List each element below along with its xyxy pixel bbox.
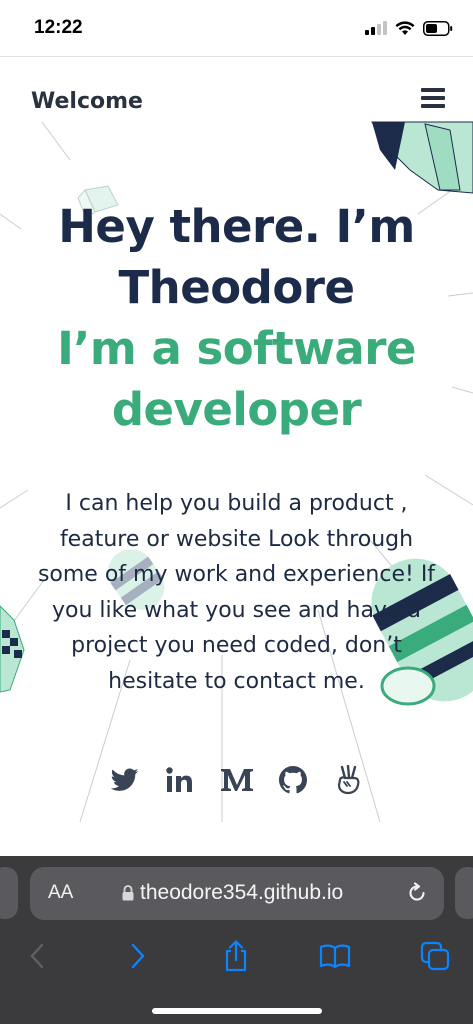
next-tab-preview[interactable]: [455, 867, 473, 919]
hero-heading: Hey there. I’m Theodore I’m a software d…: [0, 196, 473, 440]
forward-icon: [131, 943, 145, 969]
intro-line: project you need coded, don’t: [71, 633, 402, 658]
intro-line: you like what you see and have a: [52, 597, 421, 623]
browser-toolbar: [0, 936, 473, 976]
status-time: 12:22: [34, 17, 83, 38]
reload-icon[interactable]: [406, 882, 428, 904]
share-button[interactable]: [218, 938, 254, 974]
tabs-icon: [420, 941, 450, 971]
social-links: [0, 760, 473, 800]
signal-icon: [365, 21, 387, 35]
github-link[interactable]: [275, 762, 311, 798]
linkedin-link[interactable]: [163, 762, 199, 798]
battery-icon: [423, 20, 453, 36]
hero-line-3: I’m a software: [57, 322, 416, 375]
forward-button[interactable]: [120, 938, 156, 974]
lock-icon: [122, 885, 134, 901]
site-title[interactable]: Welcome: [31, 89, 143, 114]
angellist-link[interactable]: [331, 762, 367, 798]
medium-icon: [220, 769, 253, 791]
back-button[interactable]: [19, 938, 55, 974]
address-bar[interactable]: AA theodore354.github.io: [30, 867, 444, 920]
bookmarks-icon: [319, 944, 351, 969]
previous-tab-preview[interactable]: [0, 867, 18, 919]
background-decoration: [0, 121, 473, 823]
intro-paragraph: I can help you build a product , feature…: [20, 486, 453, 699]
hamburger-menu-icon[interactable]: [421, 88, 445, 108]
status-bar: 12:22: [0, 0, 473, 57]
wifi-icon: [395, 20, 415, 35]
tabs-button[interactable]: [417, 938, 453, 974]
intro-line: some of my work and experience! If: [37, 562, 436, 587]
github-icon: [278, 766, 307, 794]
angellist-icon: [337, 765, 359, 795]
hero-line-4: developer: [111, 383, 362, 436]
twitter-link[interactable]: [107, 762, 143, 798]
twitter-icon: [110, 768, 138, 791]
intro-line: feature or website Look through: [59, 526, 414, 552]
home-indicator[interactable]: [152, 1008, 322, 1014]
back-icon: [30, 943, 44, 969]
share-icon: [225, 940, 247, 972]
url-text: theodore354.github.io: [140, 881, 344, 904]
status-icons: [365, 17, 453, 39]
intro-line: I can help you build a product ,: [65, 491, 408, 516]
linkedin-icon: [165, 767, 192, 792]
medium-link[interactable]: [219, 762, 255, 798]
browser-bar: AA theodore354.github.io: [0, 856, 473, 1024]
hero-line-2: Theodore: [118, 261, 355, 314]
hero-line-1: Hey there. I’m: [58, 200, 415, 253]
bookmarks-button[interactable]: [317, 938, 353, 974]
text-size-button[interactable]: AA: [48, 882, 73, 904]
site-header: Welcome: [0, 56, 473, 146]
intro-line: hesitate to contact me.: [108, 668, 365, 694]
